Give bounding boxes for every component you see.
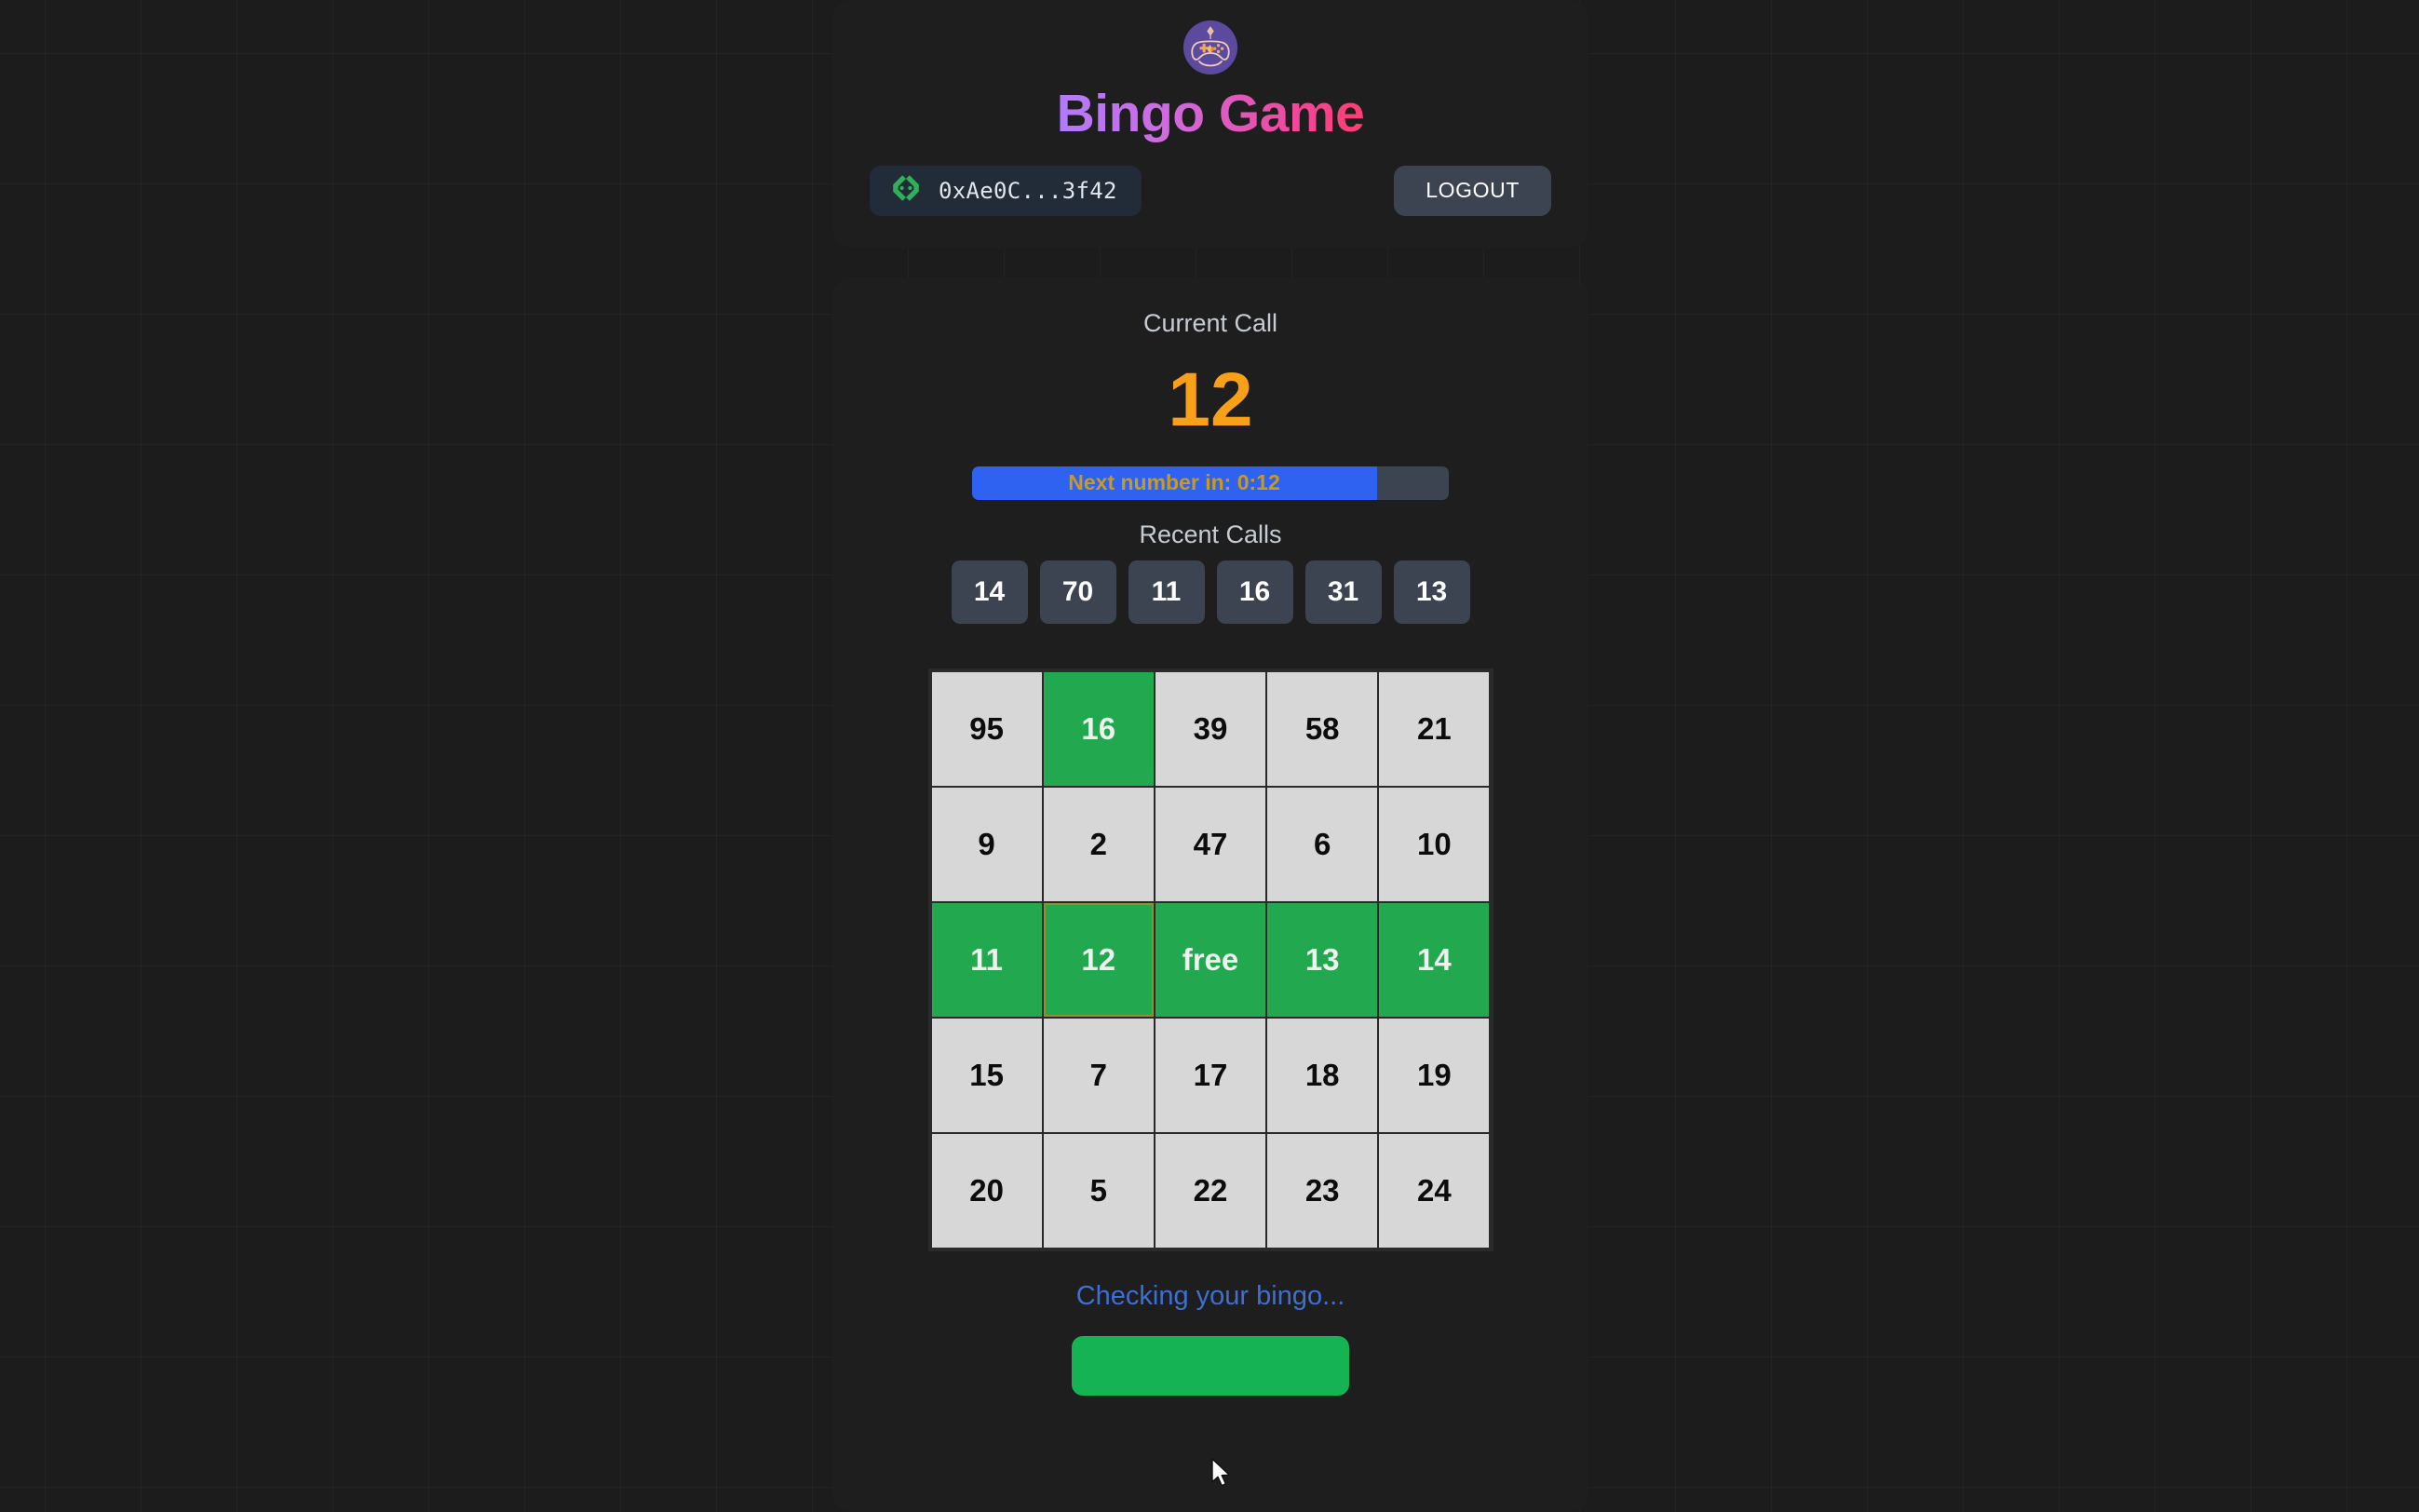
bingo-status-text: Checking your bingo... [1075,1280,1345,1311]
bingo-cell[interactable]: 19 [1379,1018,1490,1132]
bingo-cell[interactable]: 15 [931,1018,1042,1132]
bingo-card-grid: 95 16 39 58 21 9 2 47 6 10 11 12 free 13 14 15 7 17 18 19 20… [927,668,1493,1251]
bingo-cell[interactable]: 2 [1043,787,1154,901]
bingo-cell[interactable]: 95 [931,671,1042,786]
bingo-cell[interactable]: 20 [931,1133,1042,1248]
recent-call-chip[interactable]: 31 [1304,560,1382,624]
recent-call-chip[interactable]: 70 [1039,560,1116,624]
wallet-address-text: 0xAe0C...3f42 [939,177,1117,204]
bingo-cell[interactable]: 58 [1267,671,1378,786]
bingo-cell[interactable]: 12 [1043,902,1154,1017]
recent-call-chip[interactable]: 14 [951,560,1028,624]
bingo-cell[interactable]: 6 [1267,787,1378,901]
wallet-icon [890,172,922,209]
bingo-cell[interactable]: 47 [1155,787,1266,901]
current-call-label: Current Call [1142,308,1278,337]
bingo-cell[interactable]: 10 [1379,787,1490,901]
claim-bingo-button[interactable] [1072,1335,1349,1396]
bingo-cell[interactable]: 21 [1379,671,1490,786]
bingo-cell[interactable]: 22 [1155,1133,1266,1248]
recent-call-chip[interactable]: 11 [1128,560,1205,624]
bingo-cell[interactable]: 7 [1043,1018,1154,1132]
bingo-cell[interactable]: 16 [1043,671,1154,786]
current-call-number: 12 [1168,357,1253,442]
bingo-cell[interactable]: 5 [1043,1133,1154,1248]
bingo-cell[interactable]: free [1155,902,1266,1017]
recent-call-chip[interactable]: 13 [1393,560,1470,624]
bingo-cell[interactable]: 24 [1379,1133,1490,1248]
bingo-cell[interactable]: 39 [1155,671,1266,786]
recent-calls-list: 14 70 11 16 31 13 [951,560,1470,624]
recent-call-chip[interactable]: 16 [1216,560,1293,624]
gamepad-icon [1183,20,1237,74]
wallet-address-chip[interactable]: 0xAe0C...3f42 [870,165,1142,216]
bingo-cell[interactable]: 11 [931,902,1042,1017]
header-card: Bingo Game 0xAe0C...3f42 LOGOUT [832,0,1588,248]
app-root: Bingo Game 0xAe0C...3f42 LOGOUT Current … [832,0,1588,1512]
bingo-cell[interactable]: 14 [1379,902,1490,1017]
logout-button[interactable]: LOGOUT [1394,165,1551,216]
page-title: Bingo Game [1056,84,1365,143]
wallet-row: 0xAe0C...3f42 LOGOUT [870,165,1551,216]
bingo-cell[interactable]: 23 [1267,1133,1378,1248]
bingo-cell[interactable]: 17 [1155,1018,1266,1132]
next-number-timer-text: Next number in: 0:12 [1068,470,1280,495]
game-card: Current Call 12 Next number in: 0:12 Rec… [832,277,1588,1512]
recent-calls-label: Recent Calls [1139,520,1282,548]
next-number-progress: Next number in: 0:12 [972,466,1449,500]
bingo-cell[interactable]: 13 [1267,902,1378,1017]
bingo-cell[interactable]: 18 [1267,1018,1378,1132]
bingo-cell[interactable]: 9 [931,787,1042,901]
